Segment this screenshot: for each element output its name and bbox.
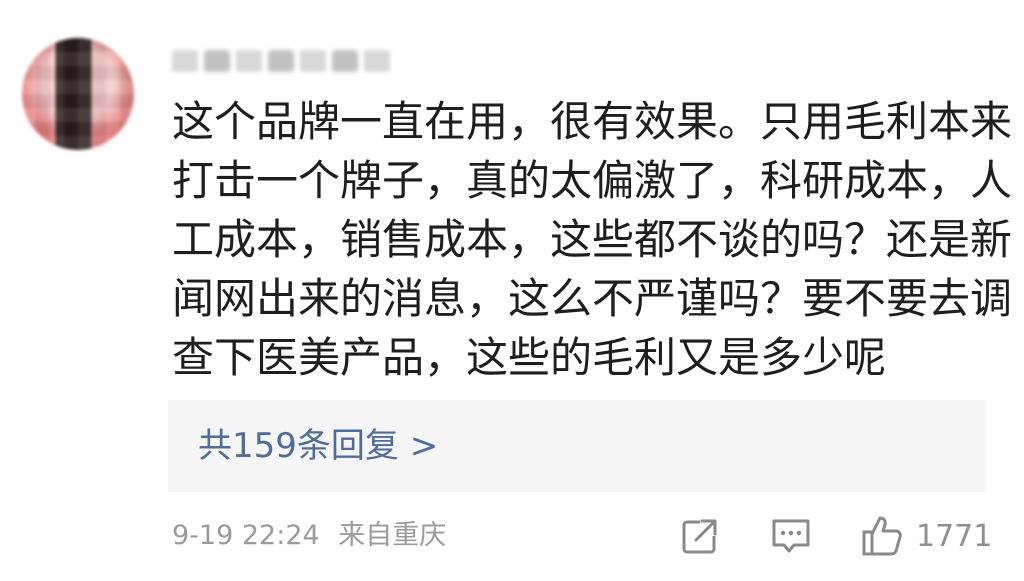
like-count: 1771	[916, 518, 993, 554]
location: 来自重庆	[338, 520, 447, 551]
comment-line: 这个品牌一直在用，很有效果。只用毛利本来	[172, 97, 1013, 146]
share-icon	[682, 518, 718, 554]
comment-line: 打击一个牌子，真的太偏激了，科研成本，人	[172, 156, 1013, 205]
like-button[interactable]: 1771	[860, 512, 992, 560]
avatar[interactable]	[22, 38, 134, 150]
comment-line: 闻网出来的消息，这么不严谨吗？要不要去调	[172, 274, 1013, 323]
replies-panel[interactable]: 共159条回复 >	[168, 400, 986, 492]
comment-line: 工成本，销售成本，这些都不谈的吗？还是新	[172, 215, 1013, 264]
comment-icon	[772, 519, 810, 553]
comment-button[interactable]	[770, 512, 812, 560]
thumbs-up-icon	[862, 516, 902, 556]
comment-meta: 9-19 22:24 来自重庆	[172, 516, 456, 556]
username-blurred[interactable]	[172, 44, 394, 78]
share-button[interactable]	[680, 512, 720, 560]
comment-text: 这个品牌一直在用，很有效果。只用毛利本来 打击一个牌子，真的太偏激了，科研成本，…	[172, 92, 1013, 387]
view-replies-link[interactable]: 共159条回复 >	[198, 424, 438, 468]
timestamp: 9-19 22:24	[172, 520, 320, 551]
comment-line: 查下医美产品，这些的毛利又是多少呢	[172, 333, 887, 382]
